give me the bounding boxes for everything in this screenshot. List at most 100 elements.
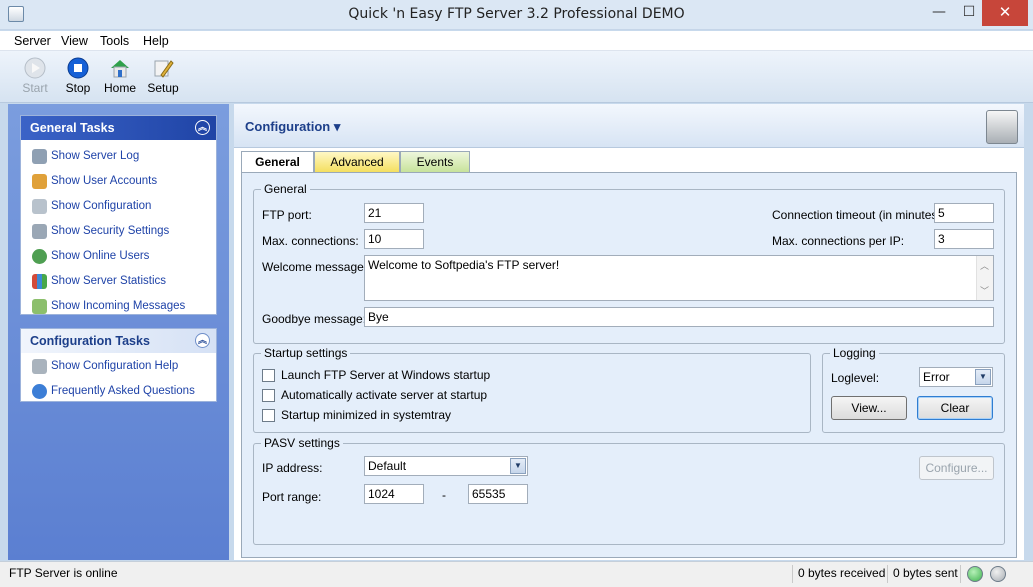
title-bar: Quick 'n Easy FTP Server 3.2 Professiona… (0, 0, 1033, 30)
task-show-user-accounts[interactable]: Show User Accounts (21, 169, 216, 194)
chevron-down-icon[interactable]: ▼ (510, 458, 526, 474)
max-connections-label: Max. connections: (262, 234, 359, 248)
ip-address-value: Default (368, 459, 407, 473)
launch-at-startup-checkbox[interactable] (262, 369, 275, 382)
setup-button[interactable]: Setup (141, 57, 185, 95)
home-label: Home (103, 81, 136, 95)
ip-address-select[interactable]: Default ▼ (364, 456, 528, 476)
welcome-message-label: Welcome message: (262, 260, 368, 274)
log-icon (32, 149, 47, 164)
start-button[interactable]: Start (13, 57, 57, 95)
users-icon (32, 174, 47, 189)
status-message: FTP Server is online (9, 566, 118, 580)
tab-advanced[interactable]: Advanced (314, 151, 400, 172)
status-separator (887, 565, 888, 583)
logging-legend: Logging (830, 346, 879, 360)
ftp-port-label: FTP port: (262, 208, 312, 222)
welcome-message-textarea[interactable]: Welcome to Softpedia's FTP server! ︿ ﹀ (364, 255, 994, 301)
launch-at-startup-label[interactable]: Launch FTP Server at Windows startup (281, 368, 490, 382)
chevron-down-icon[interactable]: ▼ (975, 369, 991, 385)
loglevel-select[interactable]: Error ▼ (919, 367, 993, 387)
close-button[interactable]: ✕ (982, 0, 1028, 26)
task-show-configuration-help[interactable]: Show Configuration Help (21, 354, 216, 379)
collapse-icon[interactable]: ︽ (195, 333, 210, 348)
stop-label: Stop (65, 81, 91, 95)
collapse-icon[interactable]: ︽ (195, 120, 210, 135)
connection-timeout-input[interactable]: 5 (934, 203, 994, 223)
security-icon (32, 224, 47, 239)
general-tab-panel: General FTP port: 21 Max. connections: 1… (241, 172, 1017, 558)
configuration-dropdown[interactable]: Configuration ▾ (245, 119, 340, 135)
menu-view[interactable]: View (61, 34, 88, 48)
help-book-icon (32, 359, 47, 374)
setup-icon (154, 60, 174, 78)
max-connections-input[interactable]: 10 (364, 229, 424, 249)
start-label: Start (22, 81, 48, 95)
startup-settings-legend: Startup settings (261, 346, 351, 360)
task-show-server-statistics[interactable]: Show Server Statistics (21, 269, 216, 294)
auto-activate-checkbox[interactable] (262, 389, 275, 402)
server-icon (32, 199, 47, 214)
status-bar: FTP Server is online 0 bytes received 0 … (0, 561, 1033, 587)
welcome-message-text: Welcome to Softpedia's FTP server! (368, 258, 560, 272)
port-range-label: Port range: (262, 490, 322, 504)
task-show-server-log[interactable]: Show Server Log (21, 144, 216, 169)
goodbye-message-input[interactable]: Bye (364, 307, 994, 327)
server-icon (986, 110, 1018, 144)
task-faq[interactable]: Frequently Asked Questions (21, 379, 216, 404)
general-tasks-title: General Tasks (30, 121, 115, 135)
loglevel-value: Error (923, 370, 950, 384)
general-tasks-header[interactable]: General Tasks ︽ (21, 116, 216, 140)
tab-events[interactable]: Events (400, 151, 470, 172)
welcome-scrollbar[interactable]: ︿ ﹀ (976, 256, 993, 300)
content-header: Configuration ▾ (234, 104, 1024, 148)
configure-button[interactable]: Configure... (919, 456, 994, 480)
goodbye-message-label: Goodbye message: (262, 312, 367, 326)
configuration-tasks-group: Configuration Tasks ︽ Show Configuration… (20, 328, 217, 402)
max-connections-per-ip-label: Max. connections per IP: (772, 234, 905, 248)
ip-address-label: IP address: (262, 461, 323, 475)
window-title: Quick 'n Easy FTP Server 3.2 Professiona… (348, 6, 685, 22)
view-log-button[interactable]: View... (831, 396, 907, 420)
toolbar: Start Stop Home Setup (0, 51, 1033, 103)
auto-activate-label[interactable]: Automatically activate server at startup (281, 388, 487, 402)
status-separator (792, 565, 793, 583)
task-show-online-users[interactable]: Show Online Users (21, 244, 216, 269)
startup-settings-group: Startup settings Launch FTP Server at Wi… (253, 346, 811, 433)
menu-help[interactable]: Help (143, 34, 169, 48)
stop-button[interactable]: Stop (56, 57, 100, 95)
chart-icon (32, 274, 47, 289)
setup-label: Setup (147, 81, 179, 95)
stop-icon (67, 57, 89, 79)
pasv-settings-legend: PASV settings (261, 436, 343, 450)
status-separator (960, 565, 961, 583)
port-range-from-input[interactable]: 1024 (364, 484, 424, 504)
task-show-incoming-messages[interactable]: Show Incoming Messages (21, 294, 216, 319)
tab-general[interactable]: General (241, 151, 314, 173)
bytes-received: 0 bytes received (798, 566, 886, 580)
max-connections-per-ip-input[interactable]: 3 (934, 229, 994, 249)
play-icon (24, 57, 46, 79)
port-range-separator: - (442, 488, 446, 502)
menu-tools[interactable]: Tools (100, 34, 129, 48)
port-range-to-input[interactable]: 65535 (468, 484, 528, 504)
minimize-button[interactable]: — (922, 0, 956, 26)
general-group: General FTP port: 21 Max. connections: 1… (253, 182, 1005, 344)
start-minimized-checkbox[interactable] (262, 409, 275, 422)
task-show-security-settings[interactable]: Show Security Settings (21, 219, 216, 244)
menu-bar: Server View Tools Help (0, 31, 1033, 51)
loglevel-label: Loglevel: (831, 371, 880, 385)
pasv-settings-group: PASV settings IP address: Default ▼ Conf… (253, 436, 1005, 545)
start-minimized-label[interactable]: Startup minimized in systemtray (281, 408, 451, 422)
menu-server[interactable]: Server (14, 34, 51, 48)
maximize-button[interactable]: ☐ (956, 0, 982, 26)
question-icon (32, 384, 47, 399)
ftp-port-input[interactable]: 21 (364, 203, 424, 223)
bytes-sent: 0 bytes sent (893, 566, 958, 580)
home-button[interactable]: Home (98, 57, 142, 95)
connection-timeout-label: Connection timeout (in minutes): (772, 208, 945, 222)
clear-log-button[interactable]: Clear (917, 396, 993, 420)
configuration-tasks-header[interactable]: Configuration Tasks ︽ (21, 329, 216, 353)
general-legend: General (261, 182, 310, 196)
task-show-configuration[interactable]: Show Configuration (21, 194, 216, 219)
